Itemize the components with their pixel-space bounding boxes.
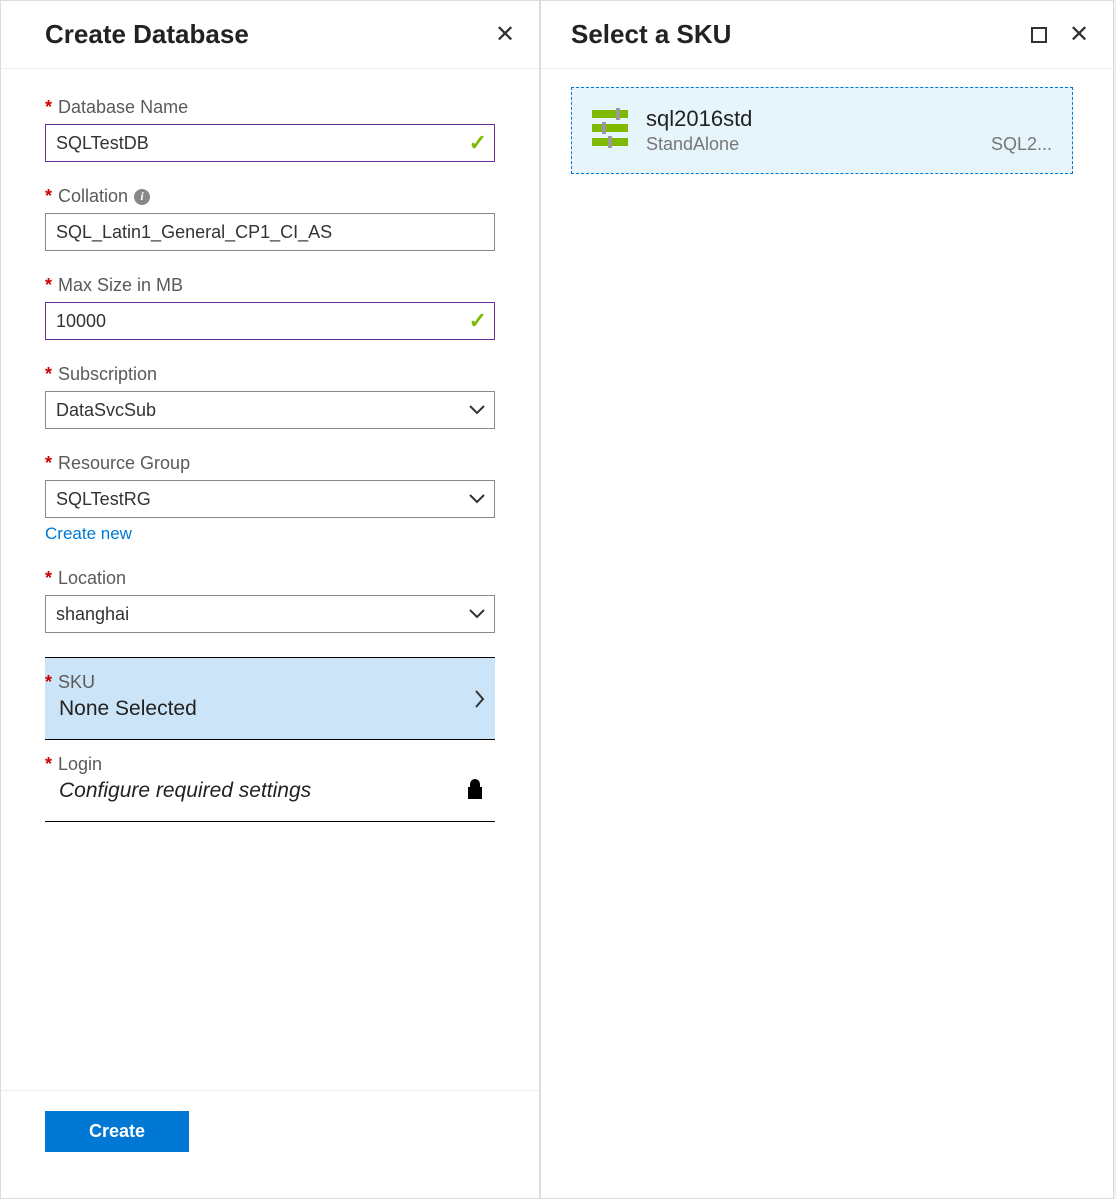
subscription-value: DataSvcSub <box>56 400 156 421</box>
create-new-link[interactable]: Create new <box>45 524 132 544</box>
subscription-select[interactable]: DataSvcSub <box>45 391 495 429</box>
label-sku: SKU <box>58 672 95 693</box>
label-collation: Collation <box>58 186 128 207</box>
select-sku-panel: Select a SKU ✕ sql2016std StandAlone SQL… <box>540 0 1114 1199</box>
panel-header-right: Select a SKU ✕ <box>541 1 1113 69</box>
label-max-size: Max Size in MB <box>58 275 183 296</box>
required-marker: * <box>45 364 52 385</box>
close-button-right[interactable]: ✕ <box>1069 25 1089 45</box>
location-value: shanghai <box>56 604 129 625</box>
database-name-input[interactable] <box>45 124 495 162</box>
field-location: * Location shanghai <box>45 568 495 633</box>
panel-footer-left: Create <box>1 1090 539 1198</box>
label-resource-group: Resource Group <box>58 453 190 474</box>
field-database-name: * Database Name ✓ <box>45 97 495 162</box>
create-button[interactable]: Create <box>45 1111 189 1152</box>
panel-title-left: Create Database <box>45 19 249 50</box>
sku-type: StandAlone <box>646 134 739 155</box>
sku-slider-icon <box>592 106 628 146</box>
close-icon: ✕ <box>495 23 515 47</box>
panel-body-right: sql2016std StandAlone SQL2... <box>541 69 1113 1198</box>
field-subscription: * Subscription DataSvcSub <box>45 364 495 429</box>
required-marker: * <box>45 672 52 693</box>
sku-value: None Selected <box>45 697 485 721</box>
create-database-panel: Create Database ✕ * Database Name ✓ * Co… <box>0 0 540 1199</box>
max-size-input[interactable] <box>45 302 495 340</box>
required-marker: * <box>45 275 52 296</box>
close-icon: ✕ <box>1069 23 1089 47</box>
info-icon[interactable]: i <box>134 189 150 205</box>
resource-group-value: SQLTestRG <box>56 489 151 510</box>
panel-title-right: Select a SKU <box>571 19 731 50</box>
required-marker: * <box>45 754 52 775</box>
sku-version: SQL2... <box>991 134 1052 155</box>
sku-card[interactable]: sql2016std StandAlone SQL2... <box>571 87 1073 174</box>
label-login: Login <box>58 754 102 775</box>
resource-group-select[interactable]: SQLTestRG <box>45 480 495 518</box>
sku-name: sql2016std <box>646 106 1052 132</box>
check-icon: ✓ <box>469 130 487 156</box>
field-max-size: * Max Size in MB ✓ <box>45 275 495 340</box>
panel-body-left: * Database Name ✓ * Collation i * Max <box>1 69 539 1090</box>
required-marker: * <box>45 453 52 474</box>
maximize-icon <box>1031 27 1047 43</box>
required-marker: * <box>45 568 52 589</box>
label-database-name: Database Name <box>58 97 188 118</box>
label-location: Location <box>58 568 126 589</box>
lock-icon <box>465 778 485 806</box>
location-select[interactable]: shanghai <box>45 595 495 633</box>
sku-card-text: sql2016std StandAlone SQL2... <box>646 106 1052 155</box>
login-value: Configure required settings <box>45 779 485 803</box>
chevron-right-icon <box>475 690 485 708</box>
check-icon: ✓ <box>469 308 487 334</box>
field-resource-group: * Resource Group SQLTestRG Create new <box>45 453 495 544</box>
required-marker: * <box>45 186 52 207</box>
field-collation: * Collation i <box>45 186 495 251</box>
close-button-left[interactable]: ✕ <box>495 25 515 45</box>
required-marker: * <box>45 97 52 118</box>
collation-input[interactable] <box>45 213 495 251</box>
panel-header-left: Create Database ✕ <box>1 1 539 69</box>
sku-blade-item[interactable]: * SKU None Selected <box>45 657 495 740</box>
login-blade-item[interactable]: * Login Configure required settings <box>45 740 495 822</box>
maximize-button[interactable] <box>1029 25 1049 45</box>
label-subscription: Subscription <box>58 364 157 385</box>
